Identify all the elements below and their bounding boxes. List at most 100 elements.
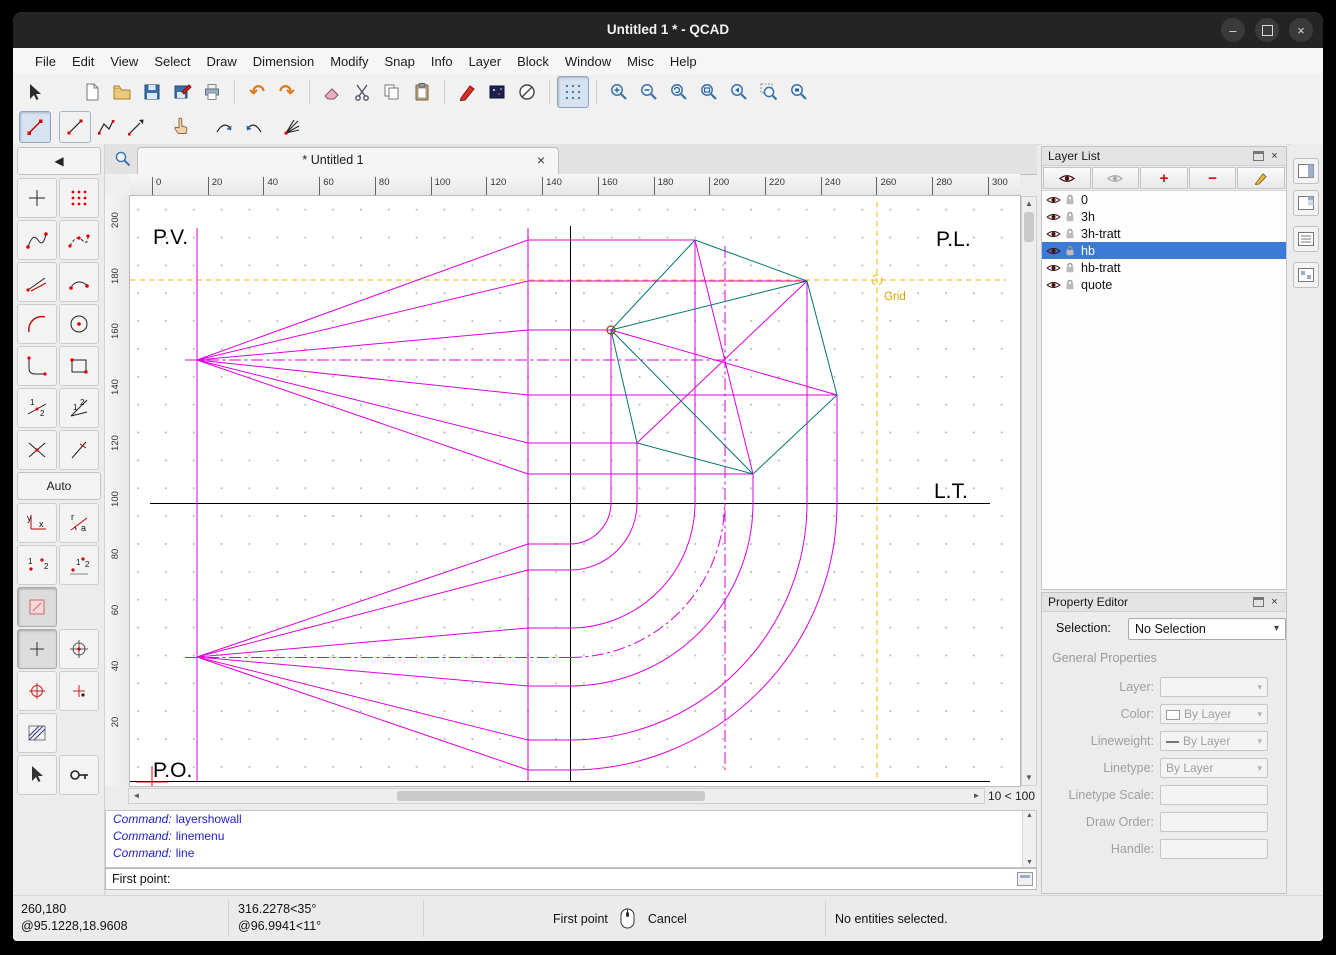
layer-visible-eye-icon[interactable] (1046, 229, 1061, 239)
zoom-out-button[interactable] (634, 77, 664, 107)
scroll-up-icon[interactable]: ▲ (1022, 197, 1036, 211)
snap-endpoint-button[interactable] (17, 671, 57, 711)
layer-row[interactable]: 0 (1042, 191, 1286, 208)
command-input[interactable] (186, 870, 1010, 890)
layer-visible-eye-icon[interactable] (1046, 263, 1061, 273)
hatch-tool-button[interactable] (17, 713, 57, 753)
pick-point-tool-button[interactable] (165, 112, 195, 142)
auto-snap-button[interactable]: Auto (17, 472, 101, 500)
show-all-layers-button[interactable] (1043, 167, 1091, 189)
save-button[interactable] (137, 77, 167, 107)
reverse-direction2-button[interactable] (239, 112, 269, 142)
maximize-button[interactable] (1255, 18, 1279, 42)
cut-button[interactable] (347, 77, 377, 107)
line-tool-button[interactable] (59, 111, 91, 143)
print-button[interactable] (197, 77, 227, 107)
menu-item[interactable]: Info (423, 49, 461, 74)
zoom-auto-button[interactable] (694, 77, 724, 107)
xy-coordinate-button[interactable]: yx (17, 503, 57, 543)
lineweight-dropdown[interactable]: By Layer ▾ (1160, 731, 1268, 751)
layer-panel-close-icon[interactable]: × (1269, 151, 1280, 162)
tangent-tool-button[interactable] (17, 262, 57, 302)
save-as-button[interactable] (167, 77, 197, 107)
grid-toggle-button[interactable] (557, 76, 589, 108)
measure-tool-button[interactable]: 21 (59, 388, 99, 428)
linetype-scale-input[interactable] (1160, 785, 1268, 805)
polar-coordinate-button[interactable]: ra (59, 503, 99, 543)
zoom-redraw-button[interactable] (664, 77, 694, 107)
hide-all-layers-button[interactable] (1091, 167, 1140, 189)
zoom-in-button[interactable] (604, 77, 634, 107)
layer-dropdown[interactable]: ▾ (1160, 677, 1268, 697)
select-tool-button[interactable] (17, 755, 57, 795)
arc-3points-tool-button[interactable] (59, 262, 99, 302)
rectangle-tool-button[interactable] (59, 346, 99, 386)
command-options-icon[interactable] (1017, 872, 1033, 886)
menu-item[interactable]: Snap (377, 49, 423, 74)
tab-untitled-1[interactable]: * Untitled 1 × (137, 147, 559, 174)
ray-burst-tool-button[interactable] (277, 112, 307, 142)
protect-tool-button[interactable] (59, 755, 99, 795)
redo-button[interactable]: ↷ (272, 77, 302, 107)
color-swatch-button[interactable] (482, 77, 512, 107)
back-button[interactable]: ◀ (17, 147, 101, 175)
layer-lock-icon[interactable] (1065, 262, 1075, 273)
toggle-property-editor-button[interactable] (1293, 158, 1319, 184)
menu-item[interactable]: Modify (322, 49, 376, 74)
linetype-none-button[interactable] (512, 77, 542, 107)
remove-layer-button[interactable]: − (1188, 167, 1237, 189)
toggle-layer-list-button[interactable] (1293, 190, 1319, 216)
edit-layer-button[interactable] (1237, 167, 1285, 189)
layer-visible-eye-icon[interactable] (1046, 195, 1061, 205)
pen-color-button[interactable] (452, 77, 482, 107)
color-dropdown[interactable]: By Layer ▾ (1160, 704, 1268, 724)
toggle-library-browser-button[interactable] (1293, 262, 1319, 288)
arc-tool-button[interactable] (17, 304, 57, 344)
zoom-previous-button[interactable] (724, 77, 754, 107)
layer-visible-eye-icon[interactable] (1046, 280, 1061, 290)
menu-item[interactable]: Draw (198, 49, 244, 74)
property-panel-float-icon[interactable] (1253, 597, 1264, 607)
reverse-direction-button[interactable] (209, 112, 239, 142)
menu-item[interactable]: Layer (461, 49, 510, 74)
menu-item[interactable]: Help (662, 49, 705, 74)
circle-center-tool-button[interactable] (59, 304, 99, 344)
pointer-tool-button[interactable] (19, 77, 49, 107)
layer-row[interactable]: quote (1042, 276, 1286, 293)
property-panel-close-icon[interactable]: × (1269, 597, 1280, 608)
copy-button[interactable] (377, 77, 407, 107)
layer-visible-eye-icon[interactable] (1046, 246, 1061, 256)
tab-close-icon[interactable]: × (532, 151, 550, 169)
menu-item[interactable]: Window (557, 49, 619, 74)
delete-button[interactable] (317, 77, 347, 107)
menu-item[interactable]: Misc (619, 49, 662, 74)
layer-row[interactable]: hb-tratt (1042, 259, 1286, 276)
spline-points-tool-button[interactable] (59, 220, 99, 260)
intersection-tool-button[interactable] (17, 430, 57, 470)
layer-lock-icon[interactable] (1065, 228, 1075, 239)
toggle-block-list-button[interactable] (1293, 226, 1319, 252)
polyline-tool-button[interactable] (91, 112, 121, 142)
layer-lock-icon[interactable] (1065, 245, 1075, 256)
menu-item[interactable]: View (102, 49, 146, 74)
cmd-scroll-down-icon[interactable]: ▼ (1023, 859, 1036, 866)
menu-item[interactable]: Select (146, 49, 198, 74)
horizontal-scrollbar[interactable]: ◄ ► (128, 788, 985, 804)
layer-lock-icon[interactable] (1065, 211, 1075, 222)
menu-item[interactable]: Edit (64, 49, 102, 74)
vertical-scroll-thumb[interactable] (1024, 212, 1034, 242)
menu-item[interactable]: Dimension (245, 49, 322, 74)
snap-middle-button[interactable] (59, 671, 99, 711)
fillet-tool-button[interactable] (17, 346, 57, 386)
paste-button[interactable] (407, 77, 437, 107)
zoom-selection-button[interactable] (784, 77, 814, 107)
menu-item[interactable]: File (27, 49, 64, 74)
layer-lock-icon[interactable] (1065, 194, 1075, 205)
snap-free-button[interactable] (17, 629, 57, 669)
selection-dropdown[interactable]: No Selection ▾ (1128, 618, 1286, 640)
layer-panel-float-icon[interactable] (1253, 151, 1264, 161)
spline-tool-button[interactable] (17, 220, 57, 260)
draw-order-input[interactable] (1160, 812, 1268, 832)
divide-tool-button[interactable]: 12 (17, 388, 57, 428)
command-history[interactable]: Command: layershowall Command: linemenu Comm… (105, 810, 1037, 868)
